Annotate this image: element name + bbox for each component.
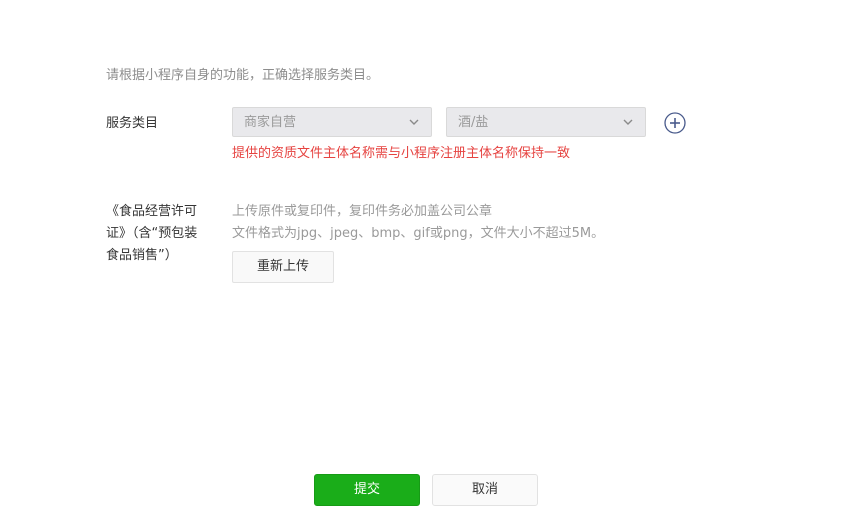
submit-button[interactable]: 提交 xyxy=(314,474,420,506)
intro-text: 请根据小程序自身的功能，正确选择服务类目。 xyxy=(106,68,380,83)
plus-circle-icon[interactable] xyxy=(664,112,686,134)
file-format-hint: 文件格式为jpg、jpeg、bmp、gif或png，文件大小不超过5M。 xyxy=(232,226,605,241)
upload-hint: 上传原件或复印件，复印件务必加盖公司公章 xyxy=(232,204,493,219)
secondary-category-select[interactable]: 酒/盐 xyxy=(446,107,646,137)
reupload-button[interactable]: 重新上传 xyxy=(232,251,334,283)
cancel-button[interactable]: 取消 xyxy=(432,474,538,506)
secondary-category-value: 酒/盐 xyxy=(458,115,489,130)
service-category-label: 服务类目 xyxy=(106,116,159,131)
primary-category-select[interactable]: 商家自营 xyxy=(232,107,432,137)
subject-name-warning: 提供的资质文件主体名称需与小程序注册主体名称保持一致 xyxy=(232,146,571,161)
primary-category-value: 商家自营 xyxy=(244,115,297,130)
chevron-down-icon xyxy=(409,119,419,125)
food-license-label: 《食品经营许可证》（含“预包装食品销售”） xyxy=(106,204,198,263)
chevron-down-icon xyxy=(623,119,633,125)
